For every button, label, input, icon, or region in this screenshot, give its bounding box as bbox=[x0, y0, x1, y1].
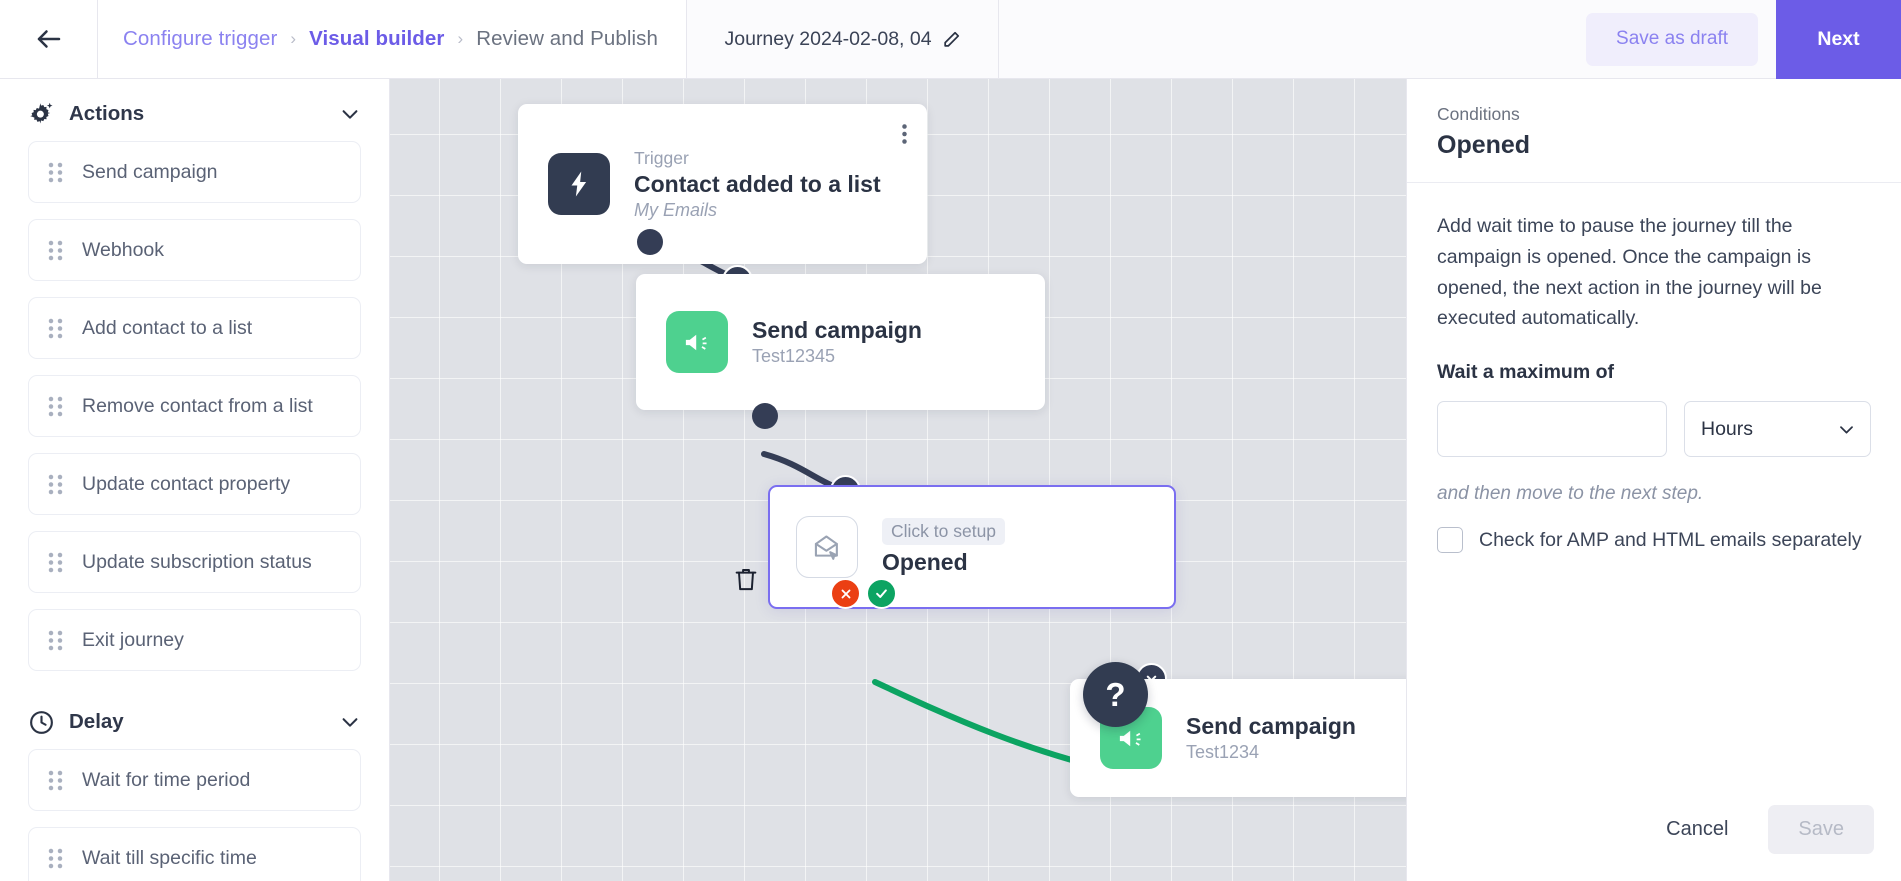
panel-body: Add wait time to pause the journey till … bbox=[1407, 183, 1901, 554]
sidebar-item-wait-for-time-period[interactable]: Wait for time period bbox=[28, 749, 361, 811]
sidebar-group-actions[interactable]: Actions bbox=[28, 79, 361, 141]
breadcrumb-configure-trigger[interactable]: Configure trigger bbox=[123, 27, 277, 51]
wait-unit-value[interactable]: Hours bbox=[1684, 401, 1871, 458]
sidebar-group-label: Delay bbox=[69, 710, 124, 733]
conditions-panel: Conditions Opened Add wait time to pause… bbox=[1406, 79, 1901, 881]
wait-maximum-label: Wait a maximum of bbox=[1437, 361, 1614, 384]
sidebar-item-remove-contact-from-a-list[interactable]: Remove contact from a list bbox=[28, 375, 361, 437]
sidebar-item-add-contact-to-a-list[interactable]: Add contact to a list bbox=[28, 297, 361, 359]
journey-title-cell: Journey 2024-02-08, 04 bbox=[687, 0, 1000, 78]
node-title: Send campaign bbox=[1186, 713, 1356, 739]
sidebar-item-exit-journey[interactable]: Exit journey bbox=[28, 609, 361, 671]
wait-unit-select[interactable]: Hours bbox=[1684, 401, 1871, 458]
sidebar-item-label: Wait for time period bbox=[82, 768, 251, 791]
drag-handle-icon[interactable] bbox=[47, 630, 64, 651]
sidebar-group-label: Actions bbox=[69, 102, 145, 125]
node-subtitle: Test1234 bbox=[1186, 742, 1260, 762]
envelope-open-cursor-icon bbox=[796, 516, 858, 578]
amp-html-check-row: Check for AMP and HTML emails separately bbox=[1437, 527, 1871, 554]
node-title: Send campaign bbox=[752, 317, 922, 343]
breadcrumb: Configure trigger › Visual builder › Rev… bbox=[98, 0, 688, 78]
node-output-handle[interactable] bbox=[637, 229, 663, 255]
breadcrumb-visual-builder[interactable]: Visual builder bbox=[309, 27, 444, 51]
arrow-left-icon bbox=[37, 30, 60, 48]
clock-icon bbox=[30, 710, 53, 734]
topbar-actions: Save as draft Next bbox=[1586, 0, 1901, 79]
cancel-button[interactable]: Cancel bbox=[1640, 805, 1755, 853]
node-subtitle: Test12345 bbox=[752, 346, 836, 366]
panel-title: Opened bbox=[1437, 131, 1531, 159]
sidebar-item-label: Send campaign bbox=[82, 160, 218, 183]
save-button[interactable]: Save bbox=[1768, 804, 1874, 854]
node-kicker: Trigger bbox=[634, 147, 689, 168]
breadcrumb-review-and-publish[interactable]: Review and Publish bbox=[476, 27, 658, 51]
sidebar-item-update-contact-property[interactable]: Update contact property bbox=[28, 453, 361, 515]
sidebar-item-label: Add contact to a list bbox=[82, 316, 253, 339]
breadcrumb-separator: › bbox=[457, 29, 464, 48]
drag-handle-icon[interactable] bbox=[47, 318, 64, 339]
drag-handle-icon[interactable] bbox=[47, 474, 64, 495]
topbar-spacer bbox=[999, 0, 1587, 78]
journey-title: Journey 2024-02-08, 04 bbox=[724, 27, 932, 50]
node-subtitle: My Emails bbox=[634, 199, 718, 220]
help-button[interactable]: ? bbox=[1083, 662, 1148, 727]
drag-handle-icon[interactable] bbox=[47, 552, 64, 573]
drag-handle-icon[interactable] bbox=[47, 770, 64, 791]
amp-html-checkbox[interactable] bbox=[1437, 527, 1463, 554]
drag-handle-icon[interactable] bbox=[47, 162, 64, 183]
chevron-down-icon[interactable] bbox=[339, 711, 361, 733]
node-trigger[interactable]: Trigger Contact added to a list My Email… bbox=[518, 104, 927, 264]
sidebar-item-wait-till-specific-time[interactable]: Wait till specific time bbox=[28, 827, 361, 881]
node-output-handle[interactable] bbox=[752, 403, 778, 429]
save-as-draft-button[interactable]: Save as draft bbox=[1586, 12, 1758, 66]
drag-handle-icon[interactable] bbox=[47, 396, 64, 417]
megaphone-icon bbox=[666, 311, 728, 373]
node-title: Contact added to a list bbox=[634, 170, 881, 197]
left-sidebar: Actions Send campaign Webhook Add contac… bbox=[0, 79, 390, 881]
journey-canvas[interactable]: Trigger Contact added to a list My Email… bbox=[390, 79, 1406, 881]
sidebar-item-label: Update subscription status bbox=[82, 550, 312, 573]
wait-field-row: Hours bbox=[1437, 401, 1871, 458]
panel-header: Conditions Opened bbox=[1407, 79, 1901, 183]
next-button[interactable]: Next bbox=[1776, 0, 1901, 79]
branch-false-handle[interactable] bbox=[830, 578, 861, 609]
sidebar-group-delay[interactable]: Delay bbox=[28, 687, 361, 749]
wait-duration-input[interactable] bbox=[1437, 401, 1667, 458]
sidebar-item-label: Update contact property bbox=[82, 472, 291, 495]
node-title: Opened bbox=[882, 549, 968, 575]
kebab-menu-icon[interactable] bbox=[902, 124, 907, 149]
amp-html-checkbox-label: Check for AMP and HTML emails separately bbox=[1479, 528, 1862, 551]
next-step-note: and then move to the next step. bbox=[1437, 483, 1704, 505]
sidebar-item-send-campaign[interactable]: Send campaign bbox=[28, 141, 361, 203]
chevron-down-icon[interactable] bbox=[339, 103, 361, 125]
pencil-icon[interactable] bbox=[942, 30, 961, 49]
sidebar-item-label: Remove contact from a list bbox=[82, 394, 313, 417]
gear-sparkle-icon bbox=[30, 102, 53, 123]
branch-true-handle[interactable] bbox=[866, 578, 897, 609]
panel-kicker: Conditions bbox=[1437, 104, 1520, 124]
sidebar-item-label: Exit journey bbox=[82, 628, 184, 651]
top-bar: Configure trigger › Visual builder › Rev… bbox=[0, 0, 1901, 79]
sidebar-item-webhook[interactable]: Webhook bbox=[28, 219, 361, 281]
sidebar-item-update-subscription-status[interactable]: Update subscription status bbox=[28, 531, 361, 593]
breadcrumb-separator: › bbox=[290, 29, 297, 48]
drag-handle-icon[interactable] bbox=[47, 848, 64, 869]
panel-description: Add wait time to pause the journey till … bbox=[1437, 215, 1822, 330]
sidebar-item-label: Webhook bbox=[82, 238, 165, 261]
lightning-bolt-icon bbox=[548, 153, 610, 215]
delete-node-button[interactable] bbox=[732, 564, 760, 594]
panel-footer: Cancel Save bbox=[1407, 777, 1901, 881]
back-button[interactable] bbox=[0, 0, 98, 78]
drag-handle-icon[interactable] bbox=[47, 240, 64, 261]
click-to-setup-badge: Click to setup bbox=[882, 518, 1006, 545]
app-root: Configure trigger › Visual builder › Rev… bbox=[0, 0, 1901, 881]
sidebar-item-label: Wait till specific time bbox=[82, 846, 257, 869]
node-send-campaign-1[interactable]: Send campaign Test12345 bbox=[636, 274, 1045, 410]
